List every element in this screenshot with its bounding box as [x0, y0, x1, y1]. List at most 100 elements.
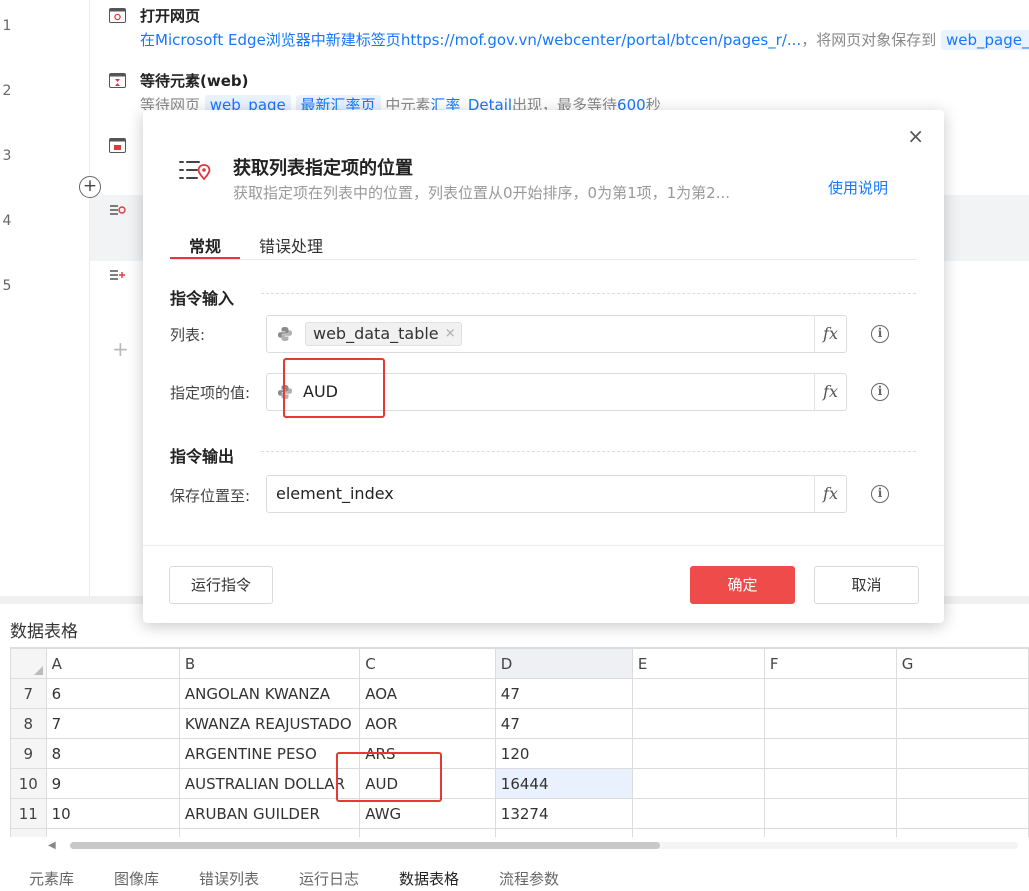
column-header[interactable]: B: [178, 648, 361, 679]
table-cell[interactable]: [895, 798, 1029, 829]
table-cell[interactable]: 120: [494, 738, 633, 769]
select-all-corner[interactable]: [10, 648, 47, 679]
table-cell[interactable]: 11: [45, 828, 180, 837]
plus-circle-icon[interactable]: +: [79, 176, 101, 198]
info-icon[interactable]: i: [871, 325, 889, 343]
help-link[interactable]: 使用说明: [828, 177, 888, 198]
table-cell[interactable]: AWG: [359, 798, 496, 829]
step-title: 打开网页: [140, 7, 201, 25]
column-header[interactable]: D: [494, 648, 633, 679]
table-cell[interactable]: AUD: [359, 768, 496, 799]
tab-data-table[interactable]: 数据表格: [399, 868, 459, 889]
table-cell[interactable]: KWANZA REAJUSTADO: [178, 708, 361, 739]
desc-url: https://mof.gov.vn/webcenter/portal/btce…: [400, 31, 802, 49]
item-value-input[interactable]: AUD fx: [266, 373, 847, 411]
selected-cell[interactable]: 16444: [494, 768, 633, 799]
flow-step-open-webpage[interactable]: 打开网页 在Microsoft Edge浏览器中新建标签页https://mof…: [90, 0, 1029, 66]
column-header[interactable]: C: [359, 648, 496, 679]
table-cell[interactable]: [763, 708, 897, 739]
table-cell[interactable]: AOR: [359, 708, 496, 739]
table-cell[interactable]: AUSTRALIAN DOLLAR: [178, 768, 361, 799]
confirm-button[interactable]: 确定: [690, 566, 795, 604]
row-header[interactable]: 8: [10, 708, 47, 739]
item-value-label: 指定项的值:: [170, 384, 251, 402]
close-icon[interactable]: ×: [907, 124, 924, 148]
table-cell[interactable]: 13898: [494, 828, 633, 837]
column-header[interactable]: A: [45, 648, 180, 679]
tab-flow-params[interactable]: 流程参数: [499, 868, 559, 889]
table-cell[interactable]: [631, 768, 765, 799]
table-cell[interactable]: AZN: [359, 828, 496, 837]
tab-image-library[interactable]: 图像库: [114, 868, 159, 889]
run-command-button[interactable]: 运行指令: [169, 566, 273, 604]
table-cell[interactable]: ARS: [359, 738, 496, 769]
row-header[interactable]: 11: [10, 798, 47, 829]
table-row: 8 7 KWANZA REAJUSTADO AOR 47: [10, 708, 1029, 739]
table-cell[interactable]: ARUBAN GUILDER: [178, 798, 361, 829]
table-cell[interactable]: [895, 708, 1029, 739]
cancel-button[interactable]: 取消: [814, 566, 919, 604]
line-number: 4: [2, 213, 12, 229]
desc-text: 在: [140, 31, 156, 49]
table-cell[interactable]: [631, 828, 765, 837]
fx-icon[interactable]: fx: [814, 476, 846, 512]
column-header[interactable]: F: [763, 648, 897, 679]
table-cell[interactable]: 7: [45, 708, 180, 739]
variable-chip[interactable]: web_data_table ×: [305, 322, 462, 346]
chip-remove-icon[interactable]: ×: [445, 323, 456, 345]
table-cell[interactable]: [631, 738, 765, 769]
table-cell[interactable]: [631, 678, 765, 709]
table-cell[interactable]: ANGOLAN KWANZA: [178, 678, 361, 709]
row-header[interactable]: 10: [10, 768, 47, 799]
table-cell[interactable]: [895, 738, 1029, 769]
table-row: 9 8 ARGENTINE PESO ARS 120: [10, 738, 1029, 769]
table-cell[interactable]: [763, 678, 897, 709]
footer-divider: [143, 545, 944, 546]
info-icon[interactable]: i: [871, 383, 889, 401]
line-number: 3: [2, 148, 12, 164]
table-cell[interactable]: [895, 678, 1029, 709]
row-header[interactable]: 7: [10, 678, 47, 709]
table-cell[interactable]: [763, 798, 897, 829]
table-cell[interactable]: [763, 768, 897, 799]
table-cell[interactable]: [631, 798, 765, 829]
add-step-button[interactable]: +: [112, 337, 129, 361]
horizontal-scrollbar[interactable]: ◀: [48, 840, 1029, 851]
table-cell[interactable]: 13274: [494, 798, 633, 829]
fx-icon[interactable]: fx: [814, 316, 846, 352]
tab-error-list[interactable]: 错误列表: [199, 868, 259, 889]
info-icon[interactable]: i: [871, 485, 889, 503]
section-divider: [261, 451, 916, 452]
list-input[interactable]: web_data_table × fx: [266, 315, 847, 353]
tab-general[interactable]: 常规: [189, 233, 221, 257]
table-cell[interactable]: 8: [45, 738, 180, 769]
table-cell[interactable]: AOA: [359, 678, 496, 709]
table-cell[interactable]: 9: [45, 768, 180, 799]
table-cell[interactable]: AZERBAIJANIAN MANAT: [178, 828, 361, 837]
data-grid[interactable]: A B C D E F G 7 6 ANGOLAN KWANZA AOA 47: [10, 647, 1029, 837]
row-header[interactable]: 9: [10, 738, 47, 769]
line-number: 5: [2, 278, 12, 294]
tab-element-library[interactable]: 元素库: [29, 868, 74, 889]
row-header[interactable]: 12: [10, 828, 47, 837]
table-cell[interactable]: 47: [494, 678, 633, 709]
table-cell[interactable]: [895, 768, 1029, 799]
tab-error-handling[interactable]: 错误处理: [259, 233, 323, 257]
table-cell[interactable]: 47: [494, 708, 633, 739]
scroll-left-arrow-icon[interactable]: ◀: [48, 840, 56, 851]
tab-run-log[interactable]: 运行日志: [299, 868, 359, 889]
table-cell[interactable]: [763, 828, 897, 837]
line-number: 2: [2, 83, 12, 99]
table-cell[interactable]: [763, 738, 897, 769]
table-cell[interactable]: [631, 708, 765, 739]
save-to-input[interactable]: element_index fx: [266, 475, 847, 513]
table-cell[interactable]: 10: [45, 798, 180, 829]
table-cell[interactable]: [895, 828, 1029, 837]
column-header[interactable]: E: [631, 648, 765, 679]
fx-icon[interactable]: fx: [814, 374, 846, 410]
scrollbar-thumb[interactable]: [70, 842, 660, 849]
column-header[interactable]: G: [895, 648, 1029, 679]
table-cell[interactable]: 6: [45, 678, 180, 709]
desc-text: 中新建标签页: [310, 31, 401, 49]
table-cell[interactable]: ARGENTINE PESO: [178, 738, 361, 769]
